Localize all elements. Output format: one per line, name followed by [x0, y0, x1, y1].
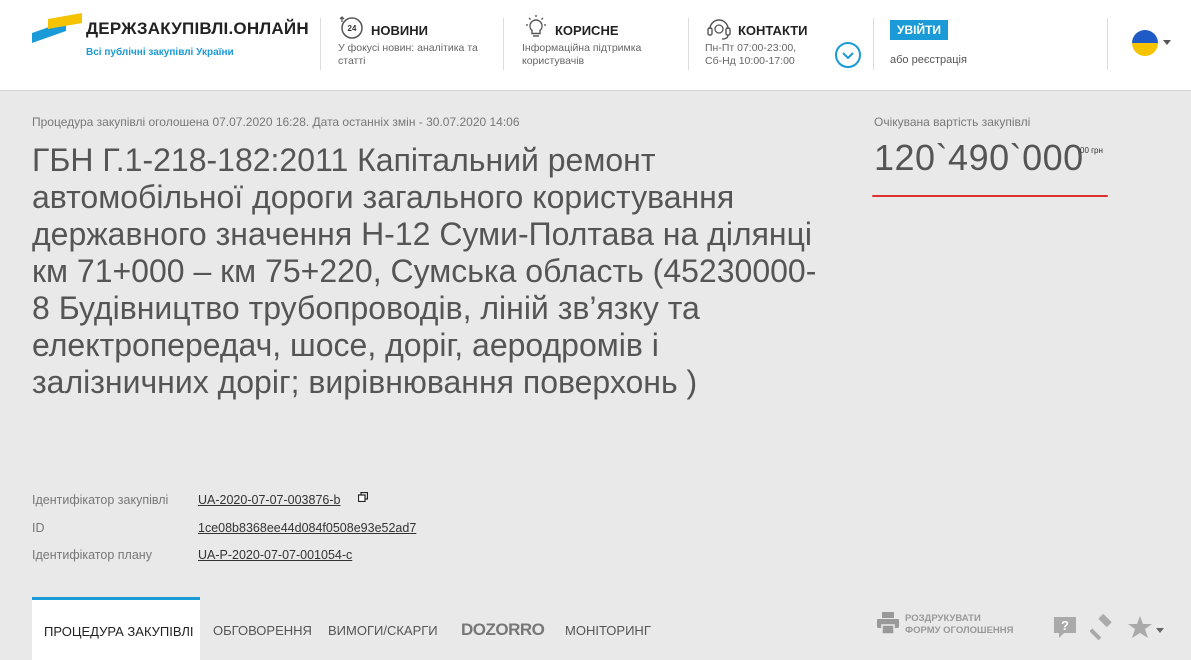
svg-text:24: 24 [348, 24, 357, 33]
expected-value-amount: 120`490`000 [874, 137, 1084, 178]
question-icon[interactable]: ? [1052, 614, 1078, 640]
plan-id-label: Ідентифікатор плану [32, 548, 152, 562]
lightbulb-icon [526, 15, 546, 37]
nav-news-desc-line2: статті [338, 55, 366, 67]
language-flag-icon[interactable] [1132, 30, 1158, 56]
gavel-icon[interactable] [1090, 614, 1116, 640]
logo-mark-icon [32, 13, 82, 43]
register-link[interactable]: або реєстрація [890, 54, 967, 66]
expected-value-cents: 00 грн [1080, 146, 1103, 155]
tender-id-label: Ідентифікатор закупівлі [32, 493, 169, 507]
tender-id-link[interactable]: UA-2020-07-07-003876-b [198, 493, 340, 507]
nav-news-desc: У фокусі новин: аналітика та статті [338, 42, 488, 68]
header-divider [503, 18, 504, 70]
nav-contacts-desc: Пн-Пт 07:00-23:00, Сб-Нд 10:00-17:00 [705, 42, 835, 68]
nav-contacts-title: КОНТАКТИ [738, 23, 808, 38]
print-form-link[interactable]: РОЗДРУКУВАТИ ФОРМУ ОГОЛОШЕННЯ [905, 613, 1013, 637]
news-24-icon: 24 [339, 16, 363, 39]
svg-text:?: ? [1061, 618, 1069, 633]
announcement-date: Процедура закупівлі оголошена 07.07.2020… [32, 115, 520, 129]
nav-news-desc-line1: У фокусі новин: аналітика та [338, 42, 478, 54]
site-logo[interactable]: ДЕРЖЗАКУПІВЛІ.ОНЛАЙН Всі публічні закупі… [32, 13, 322, 63]
expand-menu-button[interactable] [835, 42, 861, 68]
nav-contacts[interactable]: КОНТАКТИ Пн-Пт 07:00-23:00, Сб-Нд 10:00-… [705, 14, 835, 74]
highlight-underline [872, 195, 1108, 197]
header-divider [873, 18, 874, 70]
tab-complaints[interactable]: ВИМОГИ/СКАРГИ [328, 597, 438, 660]
tab-monitoring[interactable]: МОНІТОРИНГ [565, 597, 651, 660]
nav-useful-desc-line1: Інформаційна підтримка [522, 42, 642, 54]
id-label: ID [32, 521, 45, 535]
tab-dozorro[interactable]: DOZORRO [461, 620, 545, 640]
nav-news-title: НОВИНИ [371, 23, 428, 38]
print-form-line1: РОЗДРУКУВАТИ [905, 613, 981, 624]
nav-news[interactable]: 24 НОВИНИ У фокусі новин: аналітика та с… [338, 14, 498, 74]
tender-title: ГБН Г.1-218-182:2011 Капітальний ремонт … [32, 142, 817, 400]
copy-icon[interactable] [358, 492, 368, 502]
star-icon[interactable] [1127, 614, 1153, 640]
language-caret-icon[interactable] [1163, 40, 1171, 45]
print-form-line2: ФОРМУ ОГОЛОШЕННЯ [905, 625, 1014, 636]
chevron-down-icon [842, 52, 854, 60]
nav-useful-title: КОРИСНЕ [555, 23, 619, 38]
header-divider [320, 18, 321, 70]
login-button[interactable]: УВІЙТИ [890, 20, 949, 40]
printer-icon[interactable] [876, 611, 900, 635]
nav-contacts-hours-weekend: Сб-Нд 10:00-17:00 [705, 55, 795, 67]
nav-useful[interactable]: КОРИСНЕ Інформаційна підтримка користува… [522, 14, 682, 74]
nav-useful-desc: Інформаційна підтримка користувачів [522, 42, 672, 68]
header-divider [688, 18, 689, 70]
header-divider [1107, 18, 1108, 70]
plan-id-link[interactable]: UA-P-2020-07-07-001054-c [198, 548, 352, 562]
site-header: ДЕРЖЗАКУПІВЛІ.ОНЛАЙН Всі публічні закупі… [0, 0, 1191, 91]
nav-useful-desc-line2: користувачів [522, 55, 585, 67]
tab-procedure[interactable]: ПРОЦЕДУРА ЗАКУПІВЛІ [32, 597, 200, 660]
expected-value-label: Очікувана вартість закупівлі [874, 115, 1031, 129]
logo-subtitle: Всі публічні закупівлі України [86, 47, 234, 58]
logo-title: ДЕРЖЗАКУПІВЛІ.ОНЛАЙН [86, 19, 309, 38]
id-link[interactable]: 1ce08b8368ee44d084f0508e93e52ad7 [198, 521, 416, 535]
favorites-caret-icon[interactable] [1156, 628, 1164, 633]
nav-contacts-hours-weekday: Пн-Пт 07:00-23:00, [705, 42, 797, 54]
headset-icon [707, 19, 731, 40]
tab-discussion[interactable]: ОБГОВОРЕННЯ [213, 597, 312, 660]
